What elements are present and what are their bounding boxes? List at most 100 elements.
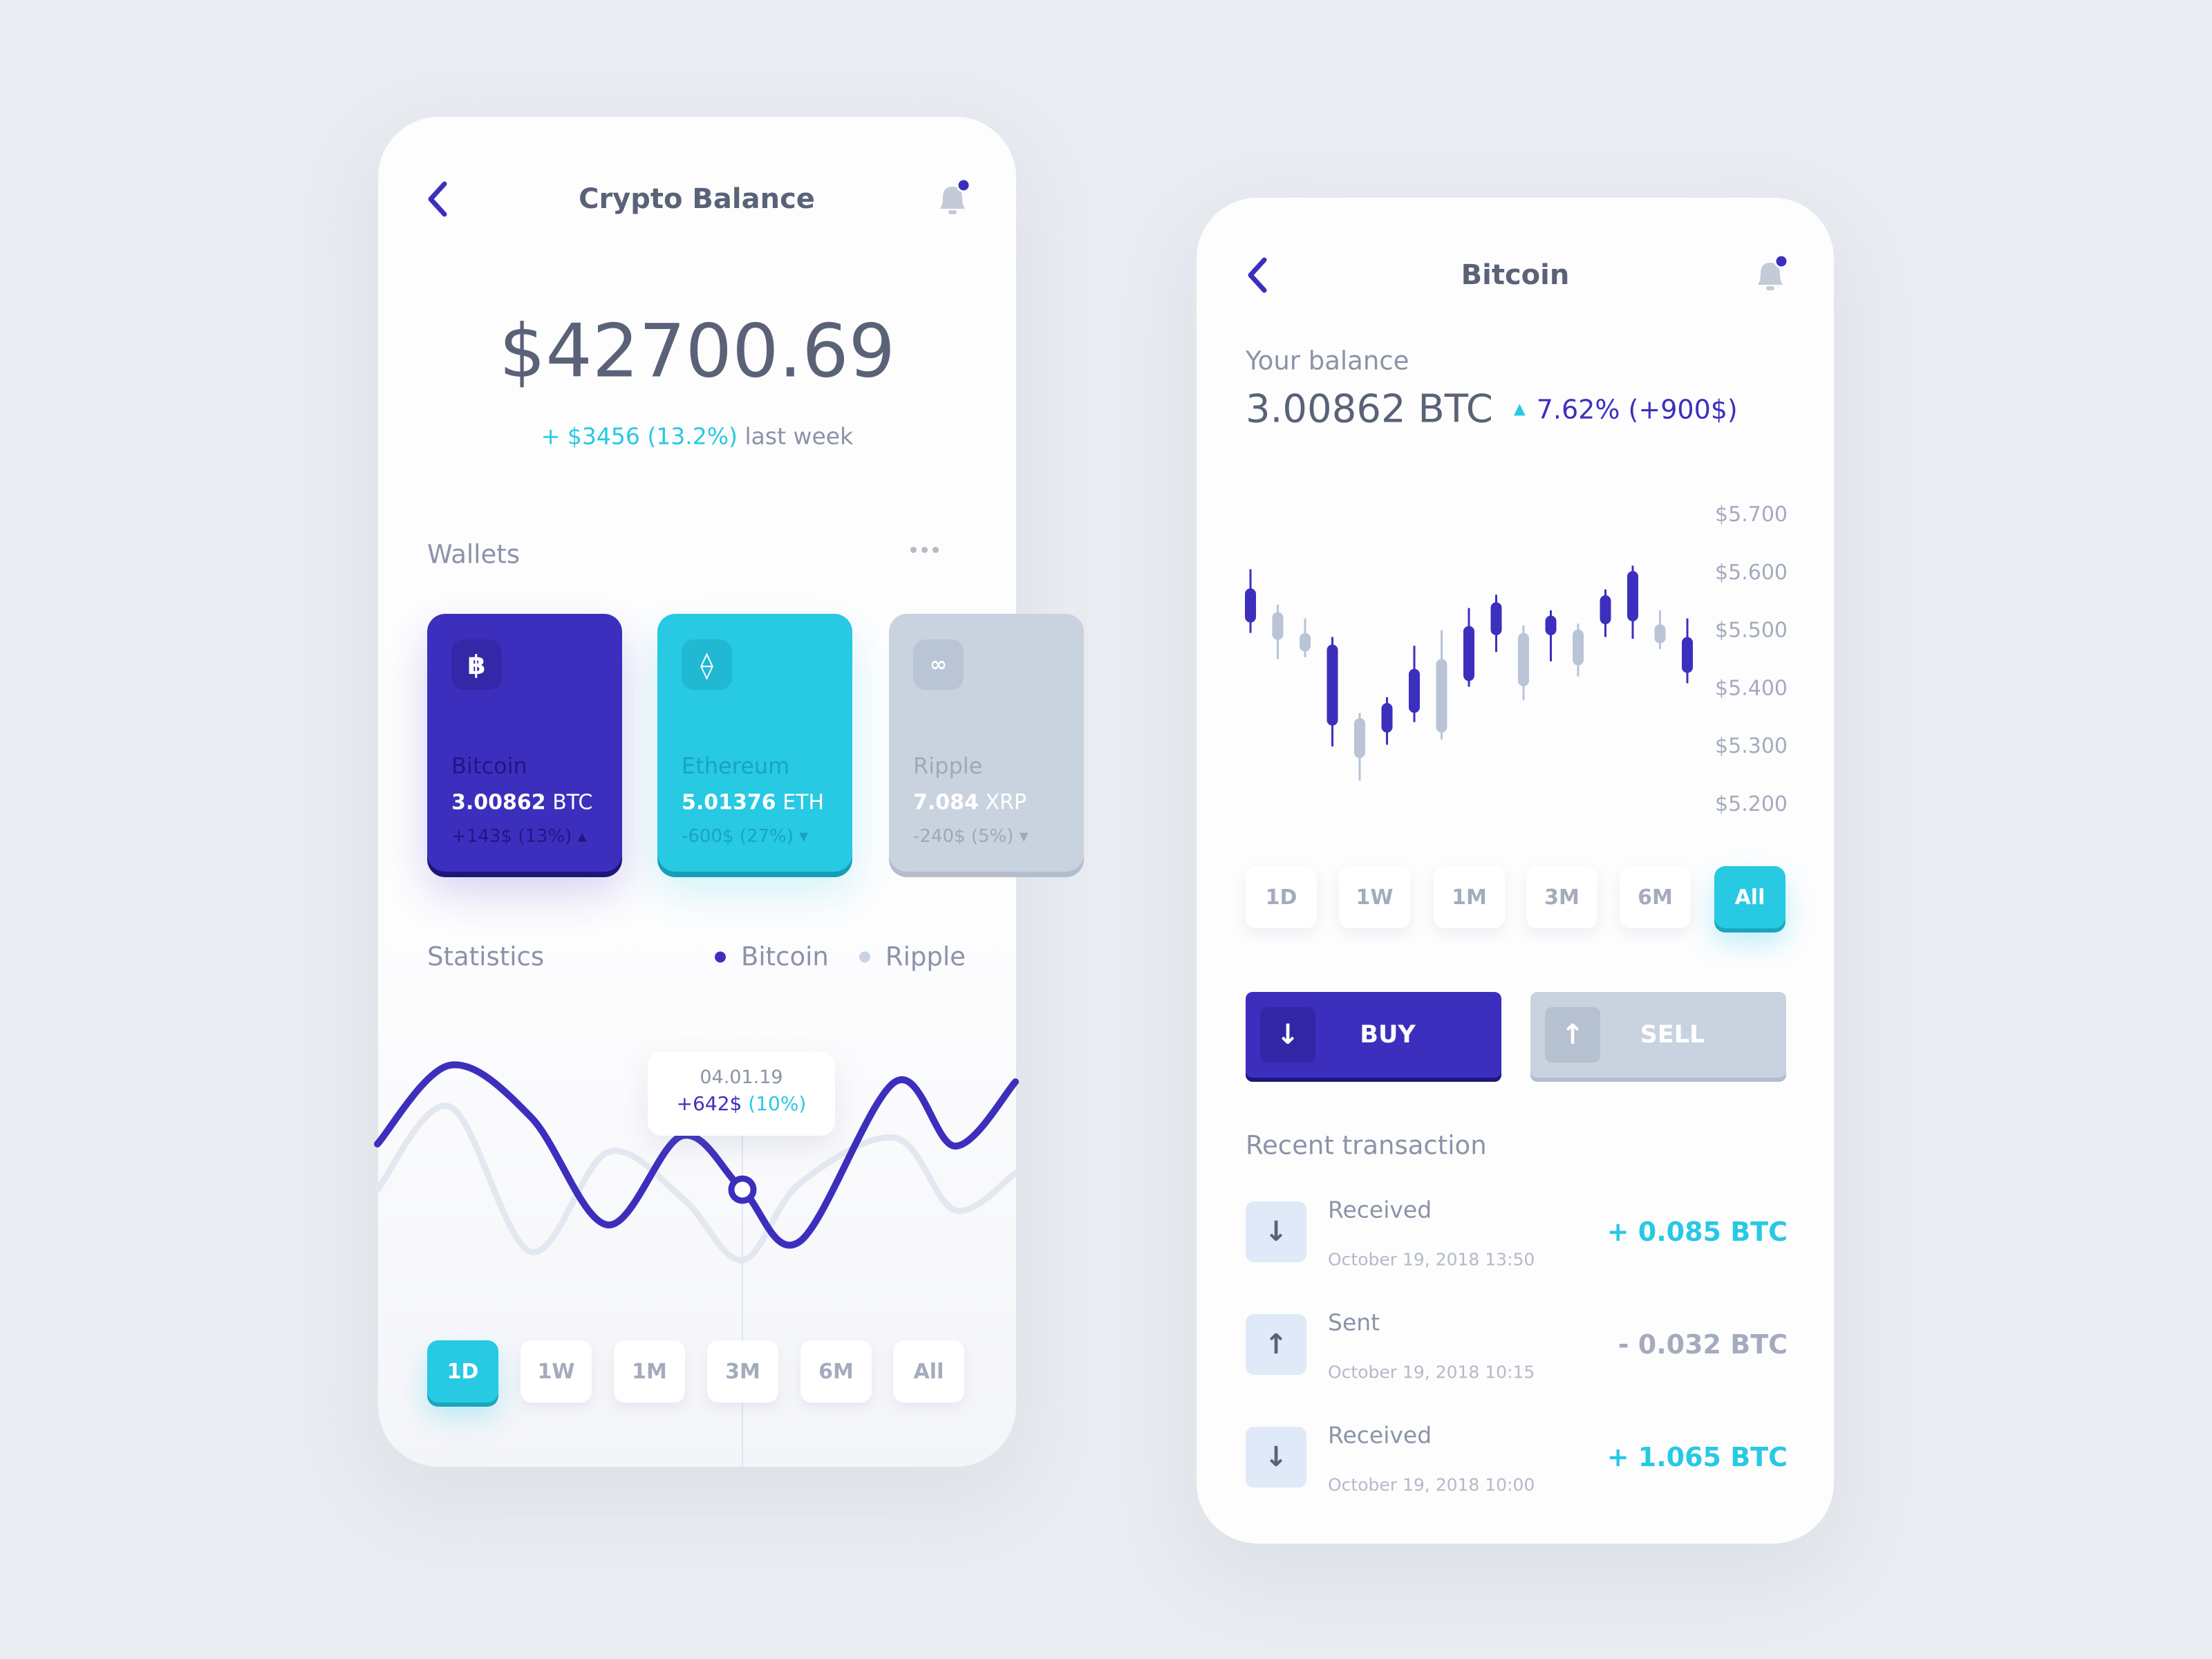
balance-row: 3.00862 BTC ▲ 7.62% (+900$): [1246, 387, 1738, 432]
candle-body: [1573, 629, 1584, 666]
range-button-3m[interactable]: 3M: [707, 1340, 778, 1403]
range-button-all[interactable]: All: [893, 1340, 964, 1403]
sell-button[interactable]: ↑ SELL: [1530, 992, 1786, 1078]
transaction-date: October 19, 2018 10:15: [1328, 1362, 1535, 1382]
wallet-card-bitcoin[interactable]: ฿ Bitcoin 3.00862 BTC +143$ (13%) ▴: [427, 614, 622, 872]
chart-tooltip: 04.01.19 +642$ (10%): [648, 1051, 835, 1136]
candle-body: [1409, 668, 1420, 713]
range-button-1w[interactable]: 1W: [1339, 866, 1410, 928]
candle-body: [1600, 595, 1611, 625]
range-button-3m[interactable]: 3M: [1526, 866, 1597, 928]
candle-body: [1627, 570, 1638, 621]
candle[interactable]: [1682, 618, 1693, 684]
y-tick-label: $5.400: [1715, 676, 1788, 700]
wallet-amount: 5.01376 ETH: [682, 790, 825, 815]
candle-body: [1654, 624, 1666, 644]
candle[interactable]: [1573, 624, 1584, 677]
transaction-type: Received: [1328, 1421, 1432, 1449]
trend-up-icon: ▲: [1513, 400, 1526, 418]
range-button-6m[interactable]: 6M: [1620, 866, 1691, 928]
transaction-row[interactable]: ↓ Received October 19, 2018 10:00 + 1.06…: [1246, 1422, 1788, 1495]
transaction-amount: + 0.085 BTC: [1606, 1217, 1788, 1247]
trend-down-icon: ▾: [1019, 826, 1029, 847]
legend-bitcoin-dot: [715, 951, 726, 962]
notification-bell-icon[interactable]: [1751, 254, 1790, 296]
highlight-point[interactable]: [728, 1175, 757, 1204]
range-button-1w[interactable]: 1W: [521, 1340, 592, 1403]
bitcoin-screen: $5.700 $5.600 $5.500 $5.400 $5.300 $5.200 Bit…: [1197, 198, 1834, 1544]
buy-button[interactable]: ↓ BUY: [1246, 992, 1501, 1078]
candle[interactable]: [1354, 713, 1365, 781]
legend-ripple[interactable]: Ripple: [885, 942, 966, 972]
ripple-icon: ∞: [913, 639, 964, 690]
candle-body: [1381, 703, 1393, 733]
candle[interactable]: [1272, 604, 1284, 659]
range-button-1m[interactable]: 1M: [614, 1340, 685, 1403]
y-tick-label: $5.200: [1715, 792, 1788, 816]
candle[interactable]: [1436, 630, 1447, 740]
candle-body: [1463, 626, 1474, 682]
candle-body: [1354, 718, 1365, 758]
legend-bitcoin[interactable]: Bitcoin: [741, 942, 829, 972]
wallet-name: Bitcoin: [451, 753, 527, 779]
wallet-change: -600$ (27%) ▾: [682, 826, 809, 847]
range-button-1d[interactable]: 1D: [1246, 866, 1317, 928]
ethereum-icon: ⟠: [682, 639, 732, 690]
candle-body: [1327, 644, 1338, 726]
range-button-all[interactable]: All: [1714, 866, 1785, 928]
candle[interactable]: [1300, 618, 1311, 657]
candle-body: [1436, 659, 1447, 733]
transaction-date: October 19, 2018 13:50: [1328, 1249, 1535, 1270]
sell-label: SELL: [1640, 1021, 1705, 1049]
candle-body: [1518, 632, 1529, 686]
wallet-amount: 7.084 XRP: [913, 790, 1027, 815]
candle-body: [1682, 637, 1693, 673]
candle[interactable]: [1627, 565, 1638, 639]
candle[interactable]: [1654, 610, 1666, 650]
transaction-row[interactable]: ↑ Sent October 19, 2018 10:15 - 0.032 BT…: [1246, 1309, 1788, 1382]
candle[interactable]: [1463, 608, 1474, 687]
arrow-down-icon: ↓: [1246, 1427, 1306, 1488]
candle[interactable]: [1545, 610, 1557, 662]
wallets-heading: Wallets: [427, 539, 520, 570]
candle[interactable]: [1600, 589, 1611, 637]
candle[interactable]: [1490, 594, 1502, 653]
chart-legend: Bitcoin Ripple: [715, 942, 966, 972]
wallet-card-ethereum[interactable]: ⟠ Ethereum 5.01376 ETH -600$ (27%) ▾: [657, 614, 852, 872]
range-button-1d[interactable]: 1D: [427, 1340, 498, 1403]
candle-body: [1272, 612, 1284, 640]
transaction-row[interactable]: ↓ Received October 19, 2018 13:50 + 0.08…: [1246, 1197, 1788, 1270]
transaction-amount: + 1.065 BTC: [1606, 1442, 1788, 1472]
back-chevron-left-icon[interactable]: [424, 178, 451, 220]
more-dots-icon[interactable]: [910, 547, 939, 553]
y-tick-label: $5.600: [1715, 561, 1788, 585]
candle[interactable]: [1409, 646, 1420, 722]
candle[interactable]: [1327, 637, 1338, 747]
wallet-name: Ethereum: [682, 753, 790, 779]
candle[interactable]: [1518, 625, 1529, 700]
wallet-amount: 3.00862 BTC: [451, 790, 593, 815]
candle[interactable]: [1381, 697, 1393, 745]
btc-change: 7.62% (+900$): [1536, 394, 1738, 424]
screen-title: Bitcoin: [1461, 259, 1570, 291]
y-tick-label: $5.700: [1715, 503, 1788, 527]
range-button-1m[interactable]: 1M: [1434, 866, 1505, 928]
legend-ripple-dot: [859, 951, 870, 962]
candle[interactable]: [1245, 569, 1256, 633]
bitcoin-icon: ฿: [451, 639, 502, 690]
arrow-up-icon: ↑: [1246, 1314, 1306, 1375]
total-balance: $42700.69: [498, 308, 896, 394]
weekly-change: + $3456 (13.2%) last week: [378, 423, 1016, 450]
transaction-type: Sent: [1328, 1309, 1380, 1336]
y-tick-label: $5.500: [1715, 619, 1788, 643]
back-chevron-left-icon[interactable]: [1244, 254, 1271, 296]
transaction-type: Received: [1328, 1196, 1432, 1224]
notification-bell-icon[interactable]: [933, 178, 972, 220]
tooltip-value: +642$ (10%): [676, 1092, 807, 1115]
range-button-6m[interactable]: 6M: [800, 1340, 872, 1403]
wallet-card-ripple[interactable]: ∞ Ripple 7.084 XRP -240$ (5%) ▾: [889, 614, 1084, 872]
transaction-amount: - 0.032 BTC: [1618, 1329, 1788, 1360]
crypto-balance-screen: Crypto Balance $42700.69 + $3456 (13.2%)…: [374, 117, 1084, 1467]
btc-balance: 3.00862 BTC: [1246, 386, 1493, 432]
tooltip-date: 04.01.19: [700, 1067, 783, 1088]
